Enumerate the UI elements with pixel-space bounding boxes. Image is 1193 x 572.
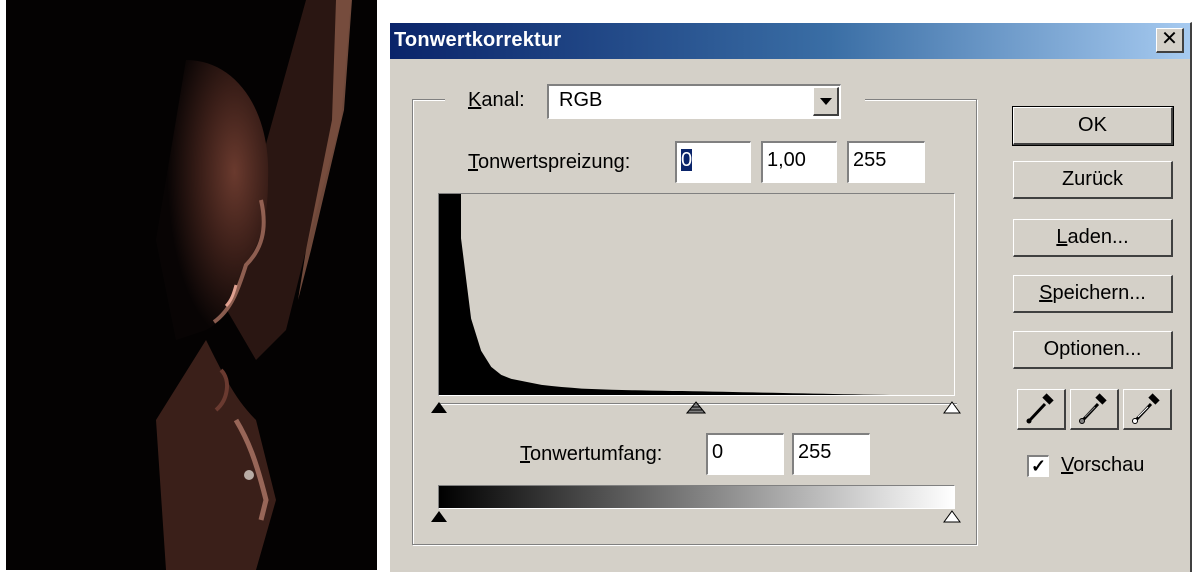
portrait-image <box>6 0 377 570</box>
close-button[interactable]: ✕ <box>1156 28 1184 53</box>
options-button[interactable]: Optionen... <box>1013 331 1173 369</box>
eyedropper-gray-button[interactable] <box>1070 389 1119 430</box>
ok-button[interactable]: OK <box>1012 106 1174 146</box>
channel-value: RGB <box>559 89 603 111</box>
levels-dialog: Tonwertkorrektur ✕ Kanal: RGB Tonwertspr… <box>389 22 1192 572</box>
input-white-field[interactable]: 255 <box>847 141 925 183</box>
histogram-plot <box>439 194 954 395</box>
input-black-field[interactable]: 0 <box>675 141 751 183</box>
output-black-slider[interactable] <box>430 510 448 524</box>
output-levels-label: Tonwertumfang: <box>520 443 663 465</box>
close-icon: ✕ <box>1161 28 1178 50</box>
input-gamma-slider[interactable] <box>686 401 706 415</box>
preview-checkbox[interactable]: ✓ <box>1027 455 1049 477</box>
dialog-title: Tonwertkorrektur <box>394 29 562 51</box>
eyedropper-black-button[interactable] <box>1017 389 1066 430</box>
output-white-field[interactable]: 255 <box>792 433 870 475</box>
eyedropper-black-icon <box>1026 393 1054 424</box>
eyedropper-gray-icon <box>1079 393 1107 424</box>
channel-label: Kanal: <box>468 89 525 111</box>
photo-preview <box>6 0 377 570</box>
chevron-down-icon[interactable] <box>813 87 839 116</box>
eyedropper-white-icon <box>1132 393 1160 424</box>
input-white-slider[interactable] <box>943 401 961 415</box>
save-button[interactable]: Speichern... <box>1013 275 1173 313</box>
channel-select[interactable]: RGB <box>547 84 841 119</box>
title-bar[interactable]: Tonwertkorrektur ✕ <box>390 23 1190 59</box>
input-gamma-field[interactable]: 1,00 <box>761 141 837 183</box>
eyedropper-white-button[interactable] <box>1123 389 1172 430</box>
load-button[interactable]: Laden... <box>1013 219 1173 257</box>
output-black-field[interactable]: 0 <box>706 433 784 475</box>
preview-label: Vorschau <box>1061 454 1145 476</box>
output-white-slider[interactable] <box>943 510 961 524</box>
histogram <box>438 193 955 396</box>
histogram-area <box>439 194 954 395</box>
input-levels-label: Tonwertspreizung: <box>468 151 631 173</box>
input-black-slider[interactable] <box>430 401 448 415</box>
checkmark-icon: ✓ <box>1030 456 1047 476</box>
reset-button[interactable]: Zurück <box>1013 161 1173 199</box>
output-gradient-bar <box>438 485 955 509</box>
